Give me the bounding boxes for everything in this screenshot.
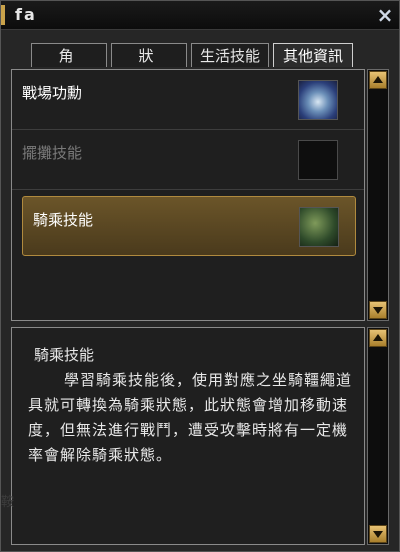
description-title: 騎乘技能 <box>34 346 95 364</box>
scroll-up-icon[interactable] <box>369 329 387 347</box>
title-bar[interactable]: fa × <box>1 1 399 30</box>
skill-row-riding[interactable]: 騎乘技能 <box>22 196 356 256</box>
stall-icon <box>298 140 338 180</box>
title-accent <box>1 5 5 25</box>
description-body: 學習騎乘技能後，使用對應之坐騎韁繩道具就可轉換為騎乘狀態，此狀態會增加移動速度，… <box>28 371 353 464</box>
character-info-window: fa × 角色 狀態 生活技能 其他資訊 戰場功勳 擺攤技能 騎乘技能 騎乘技能… <box>0 0 400 552</box>
tab-status[interactable]: 狀態 <box>111 43 187 89</box>
scroll-down-icon[interactable] <box>369 525 387 543</box>
skill-name: 騎乘技能 <box>33 211 94 229</box>
window-title: fa <box>15 5 37 24</box>
skill-name: 戰場功勳 <box>22 84 83 102</box>
skill-row-stall[interactable]: 擺攤技能 <box>12 130 364 190</box>
scroll-down-icon[interactable] <box>369 301 387 319</box>
scroll-up-icon[interactable] <box>369 71 387 89</box>
close-icon[interactable]: × <box>375 5 395 25</box>
battle-medal-icon <box>298 80 338 120</box>
tab-character[interactable]: 角色 <box>31 43 107 89</box>
description-scrollbar[interactable] <box>367 327 389 545</box>
background-text: 鞍 <box>1 495 15 510</box>
skill-name: 擺攤技能 <box>22 144 83 162</box>
description-panel: 騎乘技能 學習騎乘技能後，使用對應之坐騎韁繩道具就可轉換為騎乘狀態，此狀態會增加… <box>11 327 365 545</box>
skill-list: 戰場功勳 擺攤技能 騎乘技能 <box>11 69 365 321</box>
tab-other-info[interactable]: 其他資訊 <box>273 43 353 67</box>
tab-bar: 角色 狀態 生活技能 其他資訊 <box>31 43 353 89</box>
riding-icon <box>299 207 339 247</box>
tab-life-skills[interactable]: 生活技能 <box>191 43 269 67</box>
skill-list-scrollbar[interactable] <box>367 69 389 321</box>
skill-row-battle-merit[interactable]: 戰場功勳 <box>12 70 364 130</box>
